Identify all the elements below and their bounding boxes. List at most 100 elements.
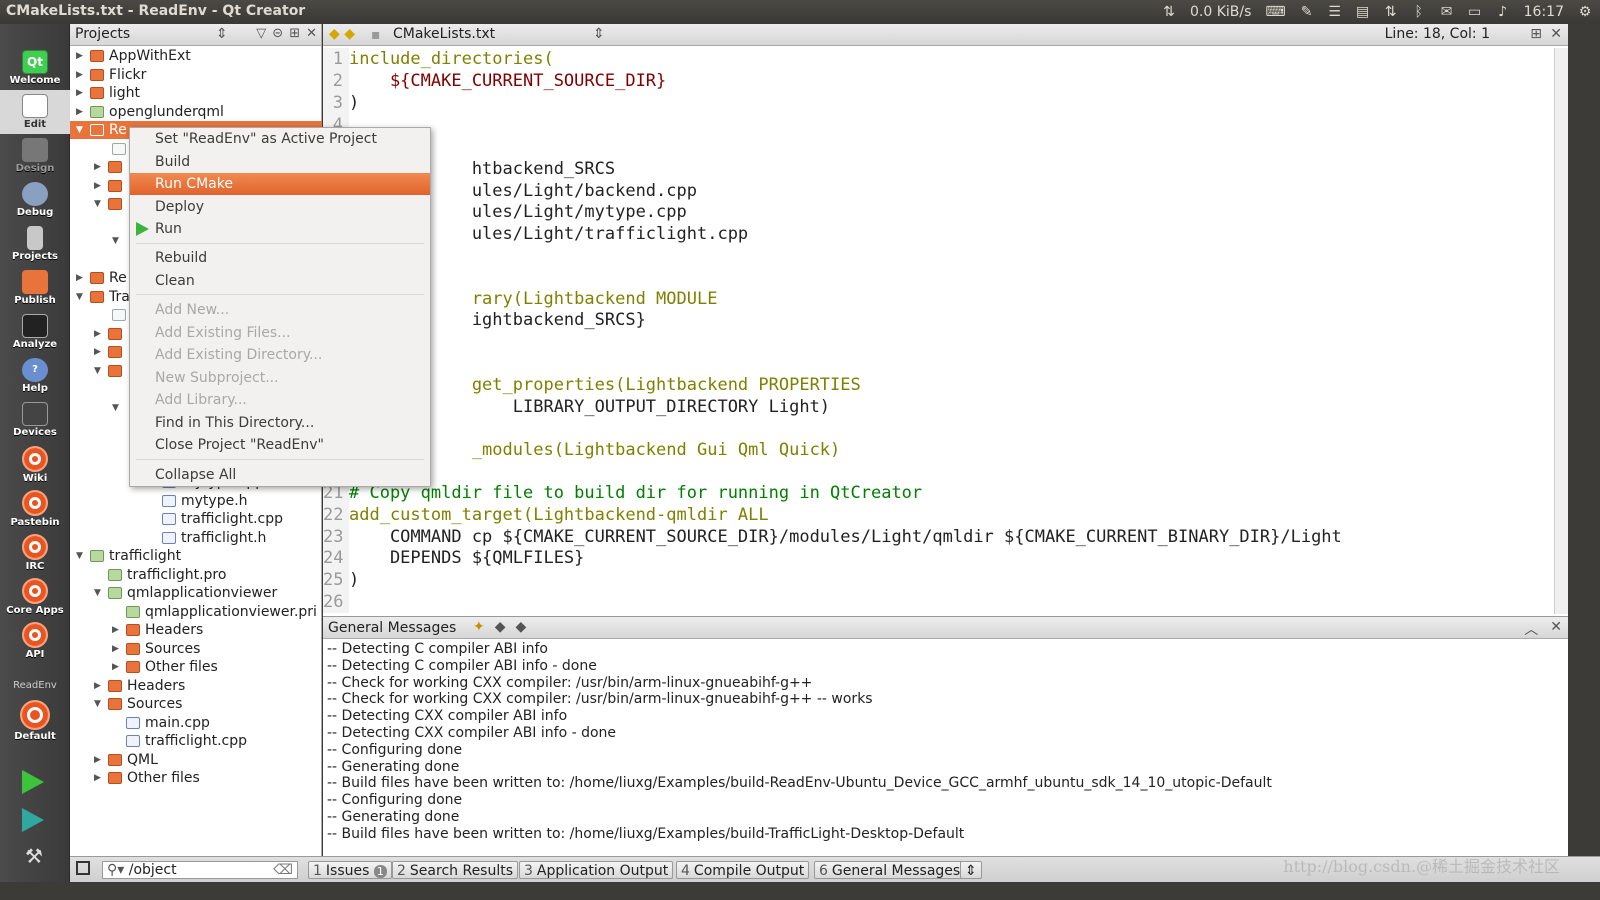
tree-item[interactable]: main.cpp bbox=[124, 714, 210, 732]
filter-icon[interactable]: ▽ bbox=[256, 26, 266, 41]
mode-publish[interactable]: Publish bbox=[0, 266, 70, 310]
sidebar-toggle-icon[interactable] bbox=[76, 861, 90, 875]
tab-application-output[interactable]: 3 Application Output bbox=[519, 861, 674, 879]
projects-pane-title[interactable]: Projects bbox=[75, 26, 130, 42]
clip-icon[interactable]: ✎ bbox=[1300, 4, 1314, 20]
mode-design[interactable]: Design bbox=[0, 134, 70, 178]
close-icon[interactable]: ✕ bbox=[1550, 619, 1562, 639]
tree-item[interactable]: ▶ Headers bbox=[94, 677, 185, 695]
tree-item[interactable] bbox=[110, 306, 131, 324]
debug-run-button[interactable] bbox=[22, 808, 44, 832]
locator-input[interactable]: ⚲▾ /object ⌫ bbox=[102, 861, 298, 879]
tab-issues[interactable]: 1 Issues 1 bbox=[308, 861, 392, 879]
mail-icon[interactable]: ✉ bbox=[1440, 4, 1454, 20]
document-selector[interactable]: CMakeLists.txt bbox=[393, 26, 495, 42]
mode-projects[interactable]: Projects bbox=[0, 222, 70, 266]
more-tabs-button[interactable]: ⇕ bbox=[960, 861, 982, 879]
tree-item[interactable]: trafficlight.pro bbox=[106, 566, 226, 584]
tree-item[interactable] bbox=[110, 140, 131, 158]
tab-search-results[interactable]: 2 Search Results bbox=[392, 861, 519, 879]
tree-item[interactable]: ▶ Other files bbox=[94, 769, 200, 787]
tree-item[interactable]: ▶ openglunderqml bbox=[76, 103, 224, 121]
mode-wiki[interactable]: Wiki bbox=[0, 442, 70, 486]
mode-irc[interactable]: IRC bbox=[0, 530, 70, 574]
menu-item-rebuild[interactable]: Rebuild bbox=[130, 247, 430, 269]
maximize-icon[interactable]: ︿ bbox=[1524, 619, 1538, 639]
tree-item[interactable]: ▶ bbox=[94, 177, 127, 195]
close-icon[interactable]: ✕ bbox=[306, 26, 317, 41]
mode-devices[interactable]: Devices bbox=[0, 398, 70, 442]
tree-item[interactable]: ▼ bbox=[112, 399, 124, 417]
mode-pastebin[interactable]: Pastebin bbox=[0, 486, 70, 530]
mode-welcome[interactable]: Qt Welcome bbox=[0, 46, 70, 90]
tree-item[interactable]: qmlapplicationviewer.pri bbox=[124, 603, 317, 621]
tree-item[interactable]: ▼ Tra bbox=[76, 288, 130, 306]
next-icon[interactable]: ◆ bbox=[516, 619, 527, 635]
hammer-icon[interactable]: ⚒ bbox=[22, 844, 46, 868]
menu-item-clean[interactable]: Clean bbox=[130, 270, 430, 292]
menu-item-build[interactable]: Build bbox=[130, 151, 430, 173]
editor-scrollbar[interactable] bbox=[1554, 48, 1568, 614]
updown-icon[interactable]: ⇕ bbox=[593, 26, 605, 42]
tree-item[interactable]: ▼ bbox=[94, 195, 127, 213]
tree-item[interactable]: ▶ bbox=[94, 158, 127, 176]
tree-item[interactable]: ▶ Flickr bbox=[76, 66, 146, 84]
mode-debug[interactable]: Debug bbox=[0, 178, 70, 222]
clear-icon[interactable]: ✦ bbox=[473, 619, 485, 635]
clipboard-icon[interactable]: ▤ bbox=[1356, 4, 1370, 20]
menu-item-set-active-project[interactable]: Set "ReadEnv" as Active Project bbox=[130, 128, 430, 150]
tree-item[interactable]: trafficlight.cpp bbox=[160, 510, 283, 528]
tree-item[interactable]: ▶ bbox=[94, 325, 127, 343]
tree-item[interactable]: ▶ bbox=[94, 343, 127, 361]
menu-item-run-cmake[interactable]: Run CMake bbox=[130, 173, 430, 195]
tree-item[interactable]: ▶ light bbox=[76, 84, 140, 102]
mode-help[interactable]: ? Help bbox=[0, 354, 70, 398]
gear-icon[interactable]: ⚙ bbox=[1578, 4, 1592, 20]
tree-item[interactable]: ▶ QML bbox=[94, 751, 158, 769]
keyboard-icon[interactable]: ⌨ bbox=[1265, 4, 1285, 20]
tree-item[interactable]: ▼ qmlapplicationviewer bbox=[94, 584, 277, 602]
code-line[interactable]: 23 COMMAND cp ${CMAKE_CURRENT_SOURCE_DIR… bbox=[323, 525, 1342, 548]
code-line[interactable]: 25) bbox=[323, 569, 359, 591]
prev-icon[interactable]: ◆ bbox=[495, 619, 506, 635]
arrows-updown-icon[interactable]: ⇅ bbox=[1162, 4, 1176, 20]
bluetooth-icon[interactable]: ᛒ bbox=[1412, 4, 1426, 20]
tree-item[interactable]: ▶ Headers bbox=[112, 621, 203, 639]
menu-item-close-project[interactable]: Close Project "ReadEnv" bbox=[130, 434, 430, 456]
volume-icon[interactable]: ♪ bbox=[1496, 4, 1510, 20]
tree-item[interactable]: ▼ bbox=[94, 362, 127, 380]
code-line[interactable]: 1 include_directories( bbox=[323, 48, 554, 70]
nav-arrows-icon[interactable]: ◆ ◆ bbox=[329, 26, 355, 42]
tab-general-messages[interactable]: 6 General Messages bbox=[814, 861, 966, 879]
tab-compile-output[interactable]: 4 Compile Output bbox=[676, 861, 810, 879]
tree-item[interactable]: ▶ Sources bbox=[112, 640, 200, 658]
menu-item-run[interactable]: Run bbox=[130, 218, 430, 240]
code-line[interactable]: 22 add_custom_target(Lightbackend-qmldir … bbox=[323, 504, 769, 526]
mode-api[interactable]: API bbox=[0, 618, 70, 662]
network-icon[interactable]: ⇅ bbox=[1384, 4, 1398, 20]
kit-selector[interactable]: Default bbox=[0, 696, 70, 746]
tree-item[interactable]: ▼ bbox=[112, 232, 124, 250]
menu-item-deploy[interactable]: Deploy bbox=[130, 196, 430, 218]
menu-item-find-in-directory[interactable]: Find in This Directory... bbox=[130, 412, 430, 434]
tree-item[interactable]: ▼ trafficlight bbox=[76, 547, 181, 565]
split-icon[interactable]: ⊞ bbox=[289, 26, 300, 41]
tree-item[interactable]: ▶ Re bbox=[76, 269, 127, 287]
mode-analyze[interactable]: Analyze bbox=[0, 310, 70, 354]
code-line[interactable]: 2 ${CMAKE_CURRENT_SOURCE_DIR} bbox=[323, 70, 666, 92]
tree-item[interactable]: ▶ Other files bbox=[112, 658, 218, 676]
menu-icon[interactable]: ☰ bbox=[1328, 4, 1342, 20]
tree-item[interactable]: ▼ Sources bbox=[94, 695, 182, 713]
menu-item-collapse-all[interactable]: Collapse All bbox=[130, 464, 430, 486]
tree-item[interactable]: ▶ AppWithExt bbox=[76, 47, 191, 65]
close-icon[interactable]: ✕ bbox=[1550, 26, 1562, 42]
code-line[interactable]: 26 bbox=[323, 591, 349, 613]
mode-edit[interactable]: Edit bbox=[0, 90, 70, 134]
run-button[interactable] bbox=[22, 770, 44, 794]
updown-icon[interactable]: ⇕ bbox=[216, 26, 228, 42]
tree-item[interactable]: trafficlight.h bbox=[160, 529, 266, 547]
code-line[interactable]: 3) bbox=[323, 92, 359, 114]
battery-icon[interactable]: ▭ bbox=[1468, 4, 1482, 20]
code-line[interactable]: 24 DEPENDS ${QMLFILES} bbox=[323, 547, 584, 569]
link-icon[interactable]: ⊝ bbox=[272, 26, 283, 41]
